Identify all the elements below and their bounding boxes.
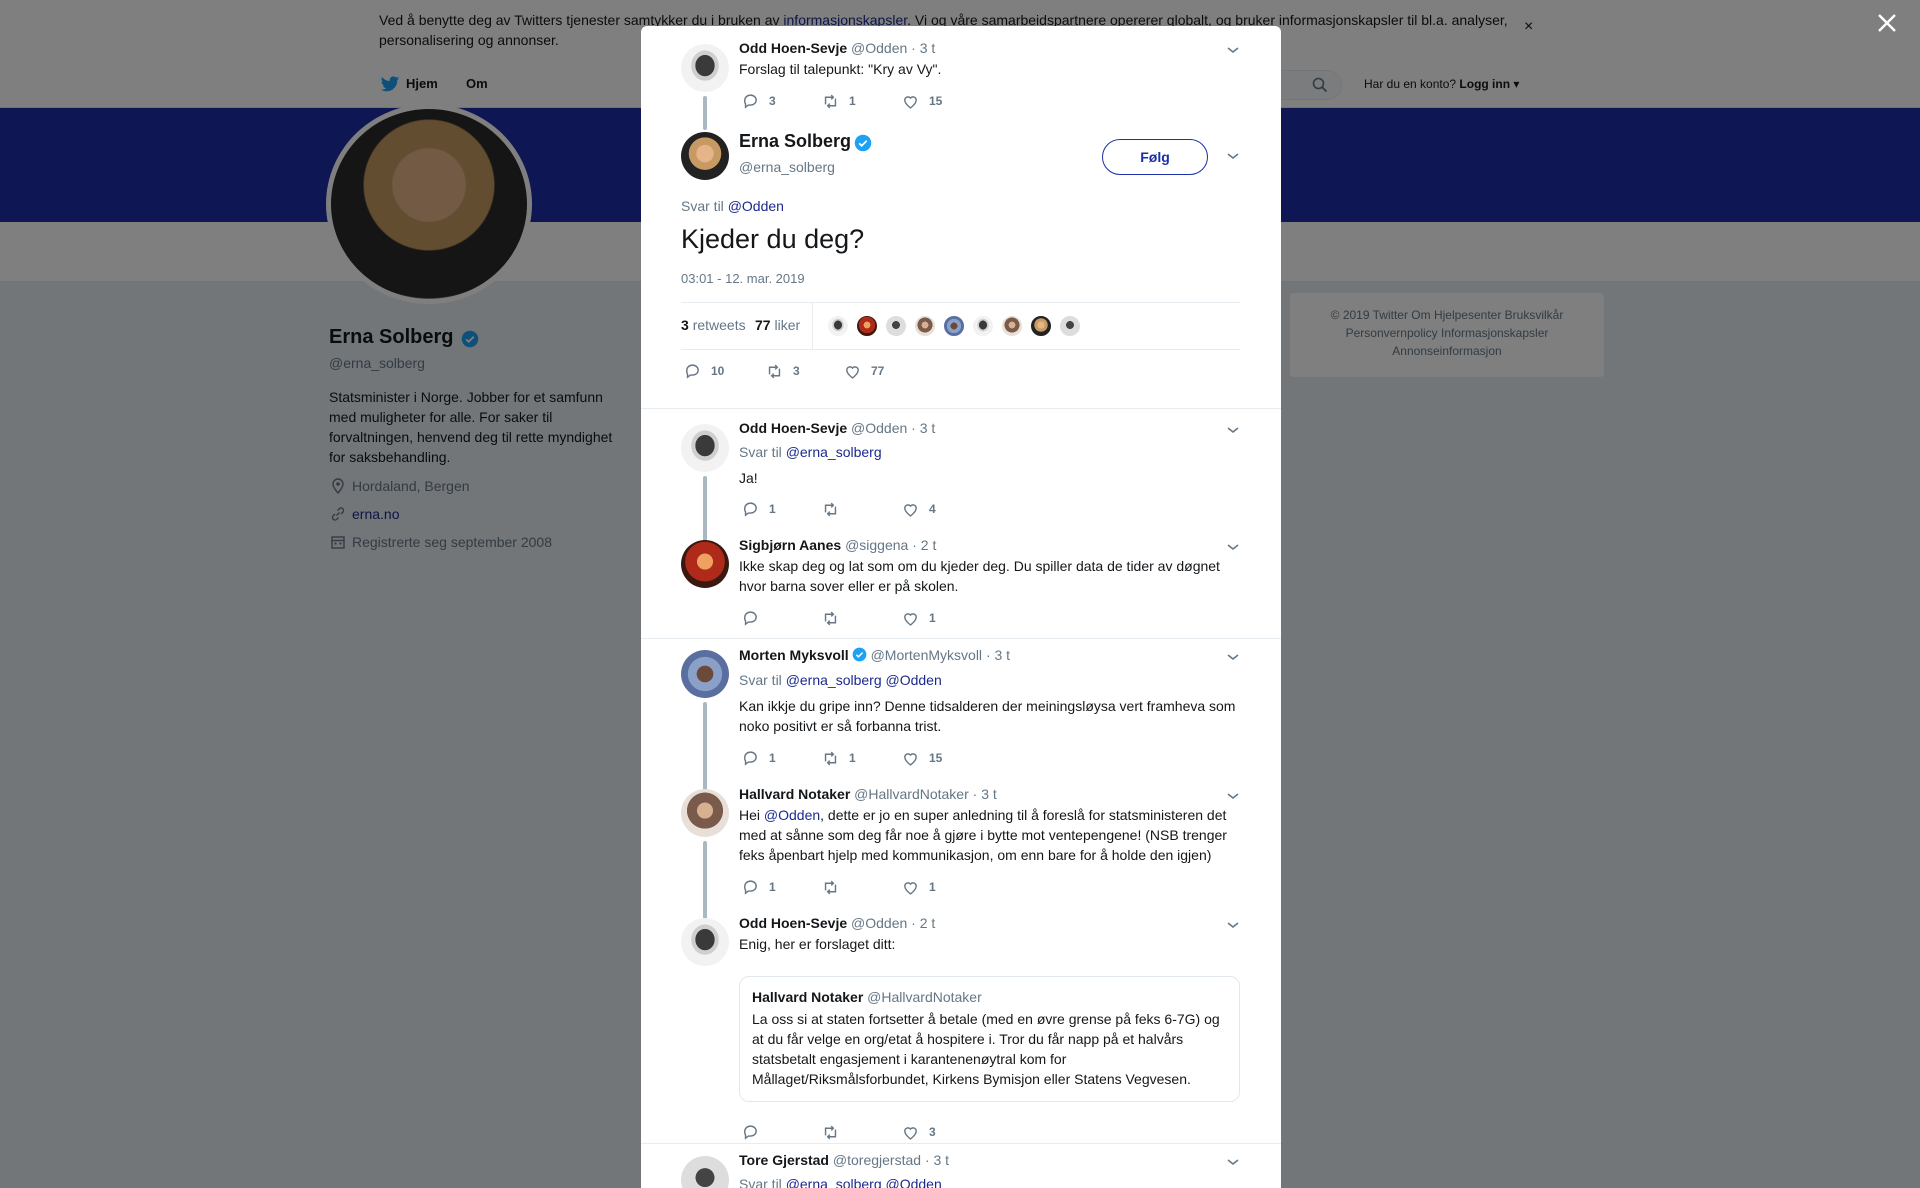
reply-icon [743, 611, 757, 626]
tweet-author[interactable]: Odd Hoen-Sevje @Odden · 2 t [739, 915, 935, 931]
retweet-icon [824, 502, 837, 517]
retweet-icon [824, 880, 837, 895]
heart-icon [904, 1127, 917, 1140]
chevron-down-icon[interactable] [1226, 151, 1240, 161]
liker-avatar[interactable] [885, 315, 907, 337]
tweet-actions: 1 1 15 [742, 749, 942, 767]
quoted-tweet-author: Hallvard Notaker @HallvardNotaker [752, 989, 982, 1005]
verified-badge-icon [852, 647, 867, 662]
main-tweet-text: Kjeder du deg? [681, 224, 865, 254]
reply-context: Svar til @erna_solberg @Odden [739, 672, 942, 688]
tweet-actions: 1 [742, 609, 942, 627]
reply-icon [685, 364, 699, 379]
tweet-actions: 1 1 [742, 878, 942, 896]
retweet-icon [824, 94, 837, 109]
chevron-down-icon[interactable] [1226, 1157, 1240, 1167]
avatar[interactable] [681, 424, 729, 472]
main-tweet-author-handle[interactable]: @erna_solberg [739, 159, 835, 175]
reply-context: Svar til @erna_solberg [739, 444, 882, 460]
tweet-stats: 3 retweets 77 liker [681, 302, 1240, 350]
chevron-down-icon[interactable] [1226, 425, 1240, 435]
heart-icon [846, 366, 859, 379]
reply-icon [743, 94, 757, 109]
close-icon[interactable] [1876, 12, 1898, 34]
liker-avatar[interactable] [1030, 315, 1052, 337]
avatar[interactable] [681, 44, 729, 92]
tweet-modal: Odd Hoen-Sevje @Odden · 3 t Forslag til … [641, 26, 1281, 1188]
like-count[interactable]: 77 liker [755, 317, 800, 333]
tweet-actions: 1 4 [742, 500, 942, 518]
reply-icon [743, 1125, 757, 1140]
tweet-text: Ja! [739, 470, 758, 486]
reply-context: Svar til @Odden [681, 198, 784, 214]
reply-icon [743, 880, 757, 895]
avatar[interactable] [681, 789, 729, 837]
liker-avatar[interactable] [1059, 315, 1081, 337]
quoted-tweet-text: La oss si at staten fortsetter å betale … [752, 1011, 1220, 1087]
heart-icon [904, 504, 917, 517]
reply-icon [743, 751, 757, 766]
avatar[interactable] [681, 650, 729, 698]
mention-link[interactable]: @erna_solberg [786, 444, 882, 460]
retweet-icon [768, 364, 781, 379]
chevron-down-icon[interactable] [1226, 791, 1240, 801]
mention-link[interactable]: @erna_solberg @Odden [786, 672, 942, 688]
tweet-author[interactable]: Odd Hoen-Sevje @Odden · 3 t [739, 420, 935, 436]
liker-avatar[interactable] [943, 315, 965, 337]
divider [641, 408, 1281, 409]
mention-link[interactable]: @erna_solberg @Odden [786, 1176, 942, 1188]
heart-icon [904, 882, 917, 895]
avatar[interactable] [681, 132, 729, 180]
retweet-icon [824, 1125, 837, 1140]
divider [641, 638, 1281, 639]
chevron-down-icon[interactable] [1226, 45, 1240, 55]
tweet-timestamp[interactable]: 03:01 - 12. mar. 2019 [681, 271, 805, 286]
tweet-author[interactable]: Morten Myksvoll @MortenMyksvoll · 3 t [739, 647, 1010, 663]
heart-icon [904, 613, 917, 626]
divider [641, 1143, 1281, 1144]
liker-avatar[interactable] [972, 315, 994, 337]
heart-icon [904, 96, 917, 109]
tweet-author[interactable]: Tore Gjerstad @toregjerstad · 3 t [739, 1152, 949, 1168]
tweet-actions: 3 [742, 1123, 942, 1141]
tweet-author[interactable]: Odd Hoen-Sevje @Odden · 3 t [739, 40, 935, 56]
follow-button[interactable]: Følg [1102, 139, 1208, 175]
divider [812, 303, 813, 349]
thread-line [703, 96, 707, 130]
chevron-down-icon[interactable] [1226, 652, 1240, 662]
liker-avatar[interactable] [1001, 315, 1023, 337]
avatar[interactable] [681, 1156, 729, 1188]
reply-context: Svar til @erna_solberg @Odden [739, 1176, 942, 1188]
main-tweet-author-name[interactable]: Erna Solberg [739, 131, 851, 152]
tweet-text: Kan ikkje du gripe inn? Denne tidsaldere… [739, 698, 1236, 734]
tweet-text: Forslag til talepunkt: "Kry av Vy". [739, 61, 942, 77]
tweet-actions: 3 1 15 [742, 92, 942, 110]
chevron-down-icon[interactable] [1226, 920, 1240, 930]
liker-avatar[interactable] [827, 315, 849, 337]
tweet-text: Hei @Odden, dette er jo en super anledni… [739, 807, 1227, 863]
reply-icon [743, 502, 757, 517]
liker-avatar[interactable] [856, 315, 878, 337]
tweet-text: Ikke skap deg og lat som om du kjeder de… [739, 558, 1220, 594]
retweet-count[interactable]: 3 retweets [681, 317, 746, 333]
tweet-actions: 10 3 77 [684, 362, 884, 380]
mention-link[interactable]: @Odden [728, 198, 784, 214]
chevron-down-icon[interactable] [1226, 542, 1240, 552]
mention-link[interactable]: @Odden [764, 807, 820, 823]
heart-icon [904, 753, 917, 766]
avatar[interactable] [681, 540, 729, 588]
retweet-icon [824, 751, 837, 766]
quoted-tweet[interactable]: Hallvard Notaker @HallvardNotaker La oss… [739, 976, 1240, 1102]
tweet-text: Enig, her er forslaget ditt: [739, 936, 896, 952]
tweet-author[interactable]: Hallvard Notaker @HallvardNotaker · 3 t [739, 786, 997, 802]
retweet-icon [824, 611, 837, 626]
tweet-author[interactable]: Sigbjørn Aanes @siggena · 2 t [739, 537, 936, 553]
avatar[interactable] [681, 918, 729, 966]
verified-badge-icon [854, 134, 872, 152]
liker-avatar[interactable] [914, 315, 936, 337]
